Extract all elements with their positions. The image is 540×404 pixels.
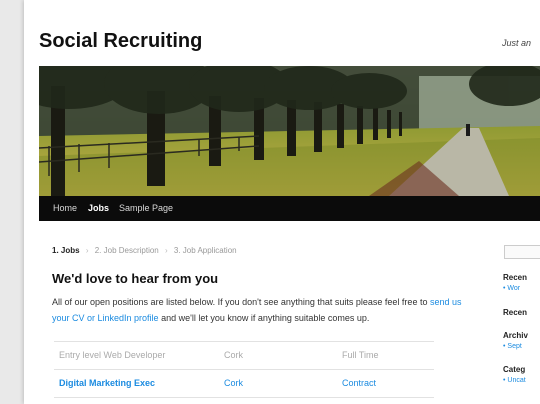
site-title[interactable]: Social Recruiting [39,30,202,53]
job-title[interactable]: Digital Marketing Exec [59,378,155,388]
intro-text: All of our open positions are listed bel… [52,297,428,307]
step-job-description: 2. Job Description [94,246,159,255]
job-location[interactable]: Cork [224,378,243,388]
main-navigation: Home Jobs Sample Page [39,196,540,221]
sidebar-archive-label[interactable]: Sept [507,343,521,350]
job-row[interactable]: Digital Marketing Exec Cork Contract [54,369,434,397]
sidebar-recent-posts-heading: Recen [503,273,528,282]
job-row[interactable]: Entry level Web Developer Cork Full Time [54,341,434,369]
step-arrow-icon: › [164,246,168,255]
nav-item-sample-page[interactable]: Sample Page [119,203,173,213]
step-jobs: 1. Jobs [52,246,80,255]
sidebar-archive-link[interactable]: • Sept [503,343,522,350]
nav-item-jobs[interactable]: Jobs [88,203,109,213]
site-tagline: Just an [502,38,532,48]
job-type: Full Time [342,350,379,360]
step-arrow-icon: › [85,246,89,255]
job-location: Cork [224,350,244,360]
page-container: Social Recruiting Just an Home Jobs Samp… [24,0,540,404]
sidebar-categories-heading: Categ [503,365,526,374]
sidebar-search-input[interactable] [504,245,540,259]
application-steps: 1. Jobs › 2. Job Description › 3. Job Ap… [52,246,237,255]
page-heading: We'd love to hear from you [52,271,219,286]
job-title: Entry level Web Developer [59,350,166,360]
header-banner-image [39,66,540,196]
sidebar-archives-heading: Archiv [503,331,528,340]
jobs-table: Entry level Web Developer Cork Full Time… [54,341,434,404]
nav-item-home[interactable]: Home [53,203,77,213]
sidebar-category-label[interactable]: Uncat [507,377,525,384]
intro-tail: and we'll let you know if anything suita… [161,313,370,323]
sidebar-category-link[interactable]: • Uncat [503,377,526,384]
table-divider [54,397,434,404]
sidebar-recent-comments-heading: Recen [503,308,528,317]
sidebar-recent-post-label[interactable]: Wor [507,285,520,292]
job-type[interactable]: Contract [342,378,376,388]
sidebar-recent-post-link[interactable]: • Wor [503,285,520,292]
intro-paragraph: All of our open positions are listed bel… [52,294,472,326]
step-job-application: 3. Job Application [173,246,237,255]
